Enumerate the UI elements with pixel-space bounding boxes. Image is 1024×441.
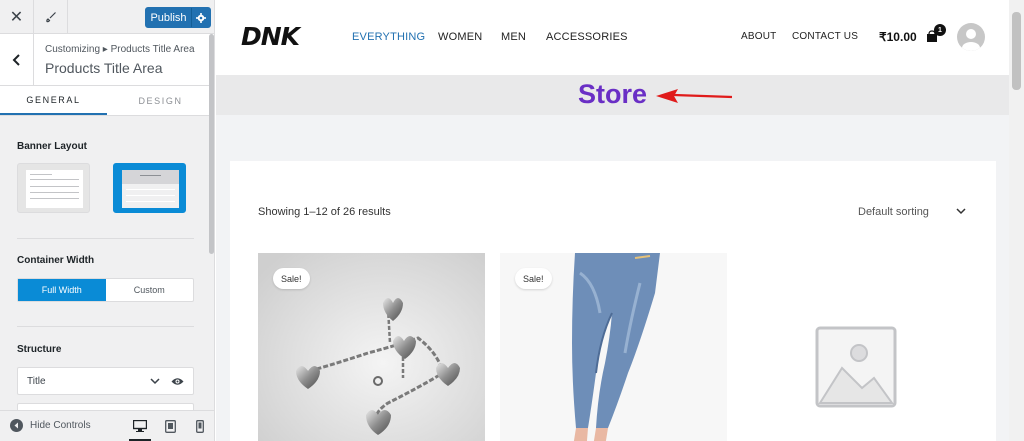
collapse-icon xyxy=(10,419,23,432)
chevron-down-icon[interactable] xyxy=(150,377,160,385)
sorting-select[interactable]: Default sorting xyxy=(858,206,929,218)
product-card[interactable]: Sale! xyxy=(258,253,485,441)
custom-width-button[interactable]: Custom xyxy=(106,279,194,301)
sale-badge: Sale! xyxy=(515,268,552,289)
hide-controls-button[interactable]: Hide Controls xyxy=(10,419,91,432)
publish-button[interactable]: Publish xyxy=(145,7,211,28)
breadcrumb: Customizing ▸ Products Title Area xyxy=(45,44,195,55)
desktop-icon xyxy=(133,420,147,432)
structure-label: Structure xyxy=(17,344,62,355)
full-width-button[interactable]: Full Width xyxy=(18,279,106,301)
page-title-band: Store xyxy=(216,75,1009,115)
customizer-panel: ✕ Publish Customizing ▸ Products Title A… xyxy=(0,0,215,441)
customizer-toolbar: ✕ Publish xyxy=(0,0,214,34)
avatar[interactable] xyxy=(957,23,985,51)
chevron-left-icon xyxy=(12,54,20,66)
eye-icon[interactable] xyxy=(171,377,184,386)
cart-count-badge: 1 xyxy=(934,24,946,36)
nav-everything[interactable]: EVERYTHING xyxy=(352,31,425,43)
layout-1-thumbnail xyxy=(26,170,83,208)
shop-content: Showing 1–12 of 26 results Default sorti… xyxy=(230,161,996,441)
cart-total[interactable]: ₹10.00 xyxy=(879,30,917,44)
brush-button[interactable] xyxy=(34,0,68,34)
page-scrollbar[interactable] xyxy=(1009,0,1024,441)
back-button[interactable] xyxy=(0,34,34,86)
structure-item-label: Title xyxy=(27,376,46,387)
tab-design[interactable]: DESIGN xyxy=(107,86,214,115)
tablet-preview-button[interactable] xyxy=(162,418,178,434)
banner-layout-option-2[interactable] xyxy=(113,163,186,213)
nav-about[interactable]: ABOUT xyxy=(741,31,776,42)
tablet-icon xyxy=(164,419,176,433)
desktop-preview-button[interactable] xyxy=(129,418,151,441)
banner-layout-label: Banner Layout xyxy=(17,141,88,152)
site-logo[interactable]: DNK xyxy=(241,22,300,51)
annotation-arrow-icon xyxy=(656,89,733,103)
nav-men[interactable]: MEN xyxy=(501,31,526,43)
nav-contact-us[interactable]: CONTACT US xyxy=(792,31,858,42)
customizer-footer: Hide Controls xyxy=(0,410,214,441)
nav-women[interactable]: WOMEN xyxy=(438,31,482,43)
nav-accessories[interactable]: ACCESSORIES xyxy=(546,31,628,43)
structure-item-title[interactable]: Title xyxy=(17,367,194,395)
gear-icon[interactable] xyxy=(192,8,210,27)
panel-scrollbar[interactable] xyxy=(209,34,214,254)
sale-badge: Sale! xyxy=(273,268,310,289)
product-card[interactable]: Sale! xyxy=(500,253,727,441)
site-header: DNK EVERYTHING WOMEN MEN ACCESSORIES ABO… xyxy=(216,0,1009,75)
product-card[interactable] xyxy=(742,253,969,441)
publish-label: Publish xyxy=(146,8,192,27)
section-tabs: GENERAL DESIGN xyxy=(0,86,214,116)
chevron-down-icon[interactable] xyxy=(956,206,966,216)
result-count: Showing 1–12 of 26 results xyxy=(258,206,391,218)
tab-general[interactable]: GENERAL xyxy=(0,86,107,115)
close-customizer-button[interactable]: ✕ xyxy=(0,0,34,34)
hide-controls-label: Hide Controls xyxy=(30,420,91,431)
site-preview: DNK EVERYTHING WOMEN MEN ACCESSORIES ABO… xyxy=(216,0,1009,441)
scrollbar-thumb[interactable] xyxy=(1012,12,1021,90)
container-width-toggle: Full Width Custom xyxy=(17,278,194,302)
mobile-preview-button[interactable] xyxy=(192,418,208,434)
mobile-icon xyxy=(196,419,204,433)
close-icon: ✕ xyxy=(9,9,24,26)
layout-2-thumbnail xyxy=(122,170,179,208)
banner-layout-option-1[interactable] xyxy=(17,163,90,213)
container-width-label: Container Width xyxy=(17,255,95,266)
section-title: Products Title Area xyxy=(45,60,163,76)
user-icon xyxy=(962,29,980,51)
image-placeholder-icon xyxy=(815,326,897,408)
page-title: Store xyxy=(578,79,648,109)
section-header: Customizing ▸ Products Title Area Produc… xyxy=(0,34,214,86)
brush-icon xyxy=(45,12,56,23)
